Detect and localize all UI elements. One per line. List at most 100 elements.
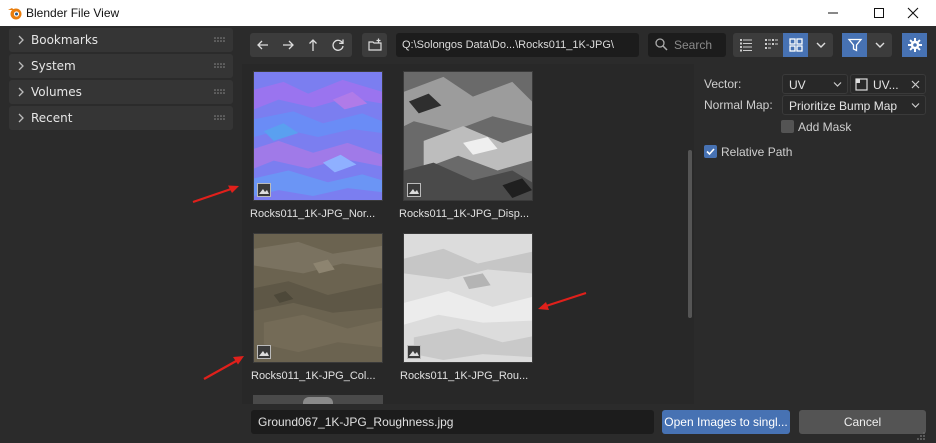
vector-label: Vector:	[704, 77, 742, 91]
image-file-icon	[257, 183, 271, 197]
open-images-button[interactable]: Open Images to singl...	[662, 410, 790, 434]
settings-group	[902, 33, 927, 57]
chevron-down-icon	[911, 103, 920, 108]
normal-map-texture	[254, 72, 382, 200]
drag-grip-icon[interactable]	[214, 63, 226, 69]
normal-map-dropdown[interactable]: Prioritize Bump Map	[782, 95, 926, 115]
filter-options-dropdown[interactable]	[867, 33, 892, 57]
parent-directory-icon	[308, 39, 317, 51]
window-title: Blender File View	[26, 6, 120, 20]
settings-button[interactable]	[902, 33, 927, 57]
new-folder-icon	[367, 38, 382, 51]
thumbnails-icon	[788, 38, 803, 52]
file-thumbnail-color[interactable]	[253, 233, 383, 363]
sidebar-item-label: Bookmarks	[31, 33, 99, 47]
file-name: Rocks011_1K-JPG_Rou...	[400, 370, 529, 382]
chevron-down-icon	[833, 82, 842, 87]
drag-grip-icon[interactable]	[214, 37, 226, 43]
chevron-right-icon	[18, 87, 24, 97]
minimize-icon	[828, 12, 838, 14]
uv-map-icon	[855, 78, 868, 91]
close-icon	[907, 7, 919, 19]
image-file-icon	[407, 183, 421, 197]
annotation-arrow	[538, 291, 587, 310]
add-mask-checkbox[interactable]	[781, 120, 794, 133]
drag-grip-icon[interactable]	[214, 89, 226, 95]
resize-grip-icon[interactable]	[914, 431, 926, 441]
display-thumbnails-button[interactable]	[783, 33, 808, 57]
maximize-icon	[874, 8, 884, 18]
new-folder-group	[362, 33, 387, 57]
sidebar-item-label: System	[31, 59, 76, 73]
clear-icon[interactable]	[911, 80, 920, 89]
filter-icon	[847, 38, 862, 52]
search-placeholder: Search	[674, 38, 713, 52]
forward-button[interactable]	[275, 33, 300, 57]
chevron-right-icon	[18, 61, 24, 71]
display-vertical-list-button[interactable]	[733, 33, 758, 57]
sidebar-item-volumes[interactable]: Volumes	[9, 80, 233, 104]
sidebar-item-label: Volumes	[31, 85, 82, 99]
display-mode-group	[733, 33, 833, 57]
partial-thumbnail-content	[303, 397, 333, 404]
search-input[interactable]: Search	[648, 33, 726, 57]
display-horizontal-list-button[interactable]	[758, 33, 783, 57]
display-options-dropdown[interactable]	[808, 33, 833, 57]
file-name: Rocks011_1K-JPG_Disp...	[399, 208, 530, 220]
horizontal-list-icon	[764, 39, 778, 49]
file-name: Rocks011_1K-JPG_Col...	[251, 370, 376, 382]
file-name: Rocks011_1K-JPG_Nor...	[250, 208, 376, 220]
vector-value: UV	[789, 78, 806, 92]
sidebar-item-system[interactable]: System	[9, 54, 233, 78]
vector-dropdown[interactable]: UV	[782, 74, 848, 94]
uv-map-value: UV...	[873, 78, 899, 92]
chevron-down-icon	[875, 42, 884, 48]
cancel-button[interactable]: Cancel	[799, 410, 926, 434]
import-options-panel	[694, 64, 936, 404]
color-texture	[254, 234, 382, 362]
refresh-icon	[331, 39, 344, 51]
uv-map-selector[interactable]: UV...	[850, 74, 926, 94]
settings-icon	[907, 38, 922, 52]
drag-grip-icon[interactable]	[214, 115, 226, 121]
normal-map-value: Prioritize Bump Map	[789, 99, 898, 113]
annotation-arrow	[192, 185, 239, 204]
back-button[interactable]	[250, 33, 275, 57]
normal-map-label: Normal Map:	[704, 98, 773, 112]
parent-directory-button[interactable]	[300, 33, 325, 57]
sidebar-item-bookmarks[interactable]: Bookmarks	[9, 28, 233, 52]
title-bar: Blender File View	[0, 0, 936, 26]
file-thumbnail-roughness[interactable]	[403, 233, 533, 363]
minimize-button[interactable]	[810, 0, 856, 26]
vertical-list-icon	[739, 39, 752, 52]
checkmark-icon	[706, 148, 715, 156]
displacement-texture	[404, 72, 532, 200]
add-mask-label: Add Mask	[798, 120, 852, 134]
file-thumbnail-displacement[interactable]	[403, 71, 533, 201]
relative-path-label: Relative Path	[721, 145, 793, 159]
image-file-icon	[257, 345, 271, 359]
file-thumbnail-partial[interactable]	[253, 395, 383, 404]
filter-group	[842, 33, 892, 57]
image-file-icon	[407, 345, 421, 359]
chevron-right-icon	[18, 113, 24, 123]
sidebar-item-label: Recent	[31, 111, 73, 125]
file-thumbnail-normal[interactable]	[253, 71, 383, 201]
search-icon	[655, 38, 668, 51]
relative-path-checkbox[interactable]	[704, 145, 717, 158]
navigation-group	[250, 33, 352, 57]
chevron-right-icon	[18, 35, 24, 45]
new-folder-button[interactable]	[362, 33, 387, 57]
directory-path-field[interactable]: Q:\Solongos Data\Do...\Rocks011_1K-JPG\	[396, 33, 639, 57]
close-window-button[interactable]	[890, 0, 936, 26]
back-icon	[256, 40, 268, 50]
forward-icon	[282, 40, 294, 50]
roughness-texture	[404, 234, 532, 362]
scrollbar[interactable]	[688, 150, 692, 318]
filename-input[interactable]: Ground067_1K-JPG_Roughness.jpg	[251, 410, 654, 434]
sidebar-item-recent[interactable]: Recent	[9, 106, 233, 130]
filter-toggle-button[interactable]	[842, 33, 867, 57]
refresh-button[interactable]	[325, 33, 350, 57]
blender-logo-icon	[8, 8, 22, 20]
annotation-arrow	[203, 356, 244, 380]
